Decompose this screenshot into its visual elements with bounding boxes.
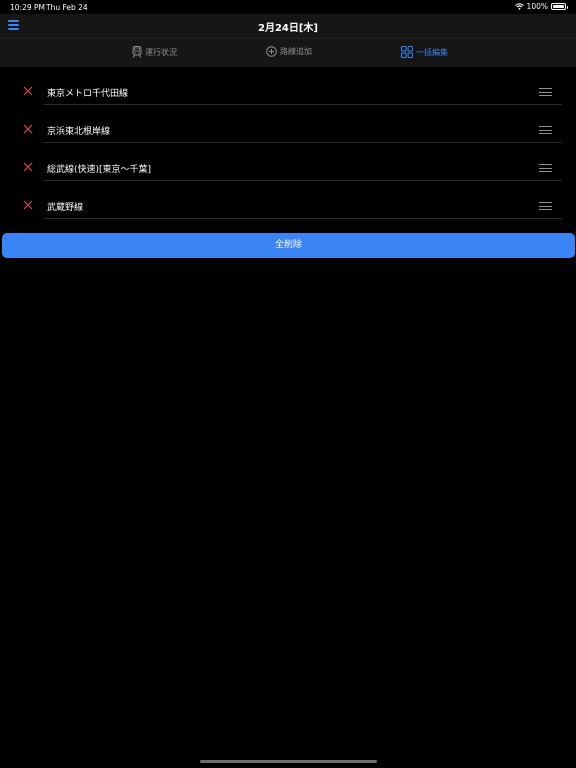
- delete-x-icon[interactable]: [23, 200, 33, 210]
- list-item: 東京メトロ千代田線: [0, 74, 576, 112]
- status-time: 10:29 PM: [10, 3, 45, 12]
- delete-x-icon[interactable]: [23, 124, 33, 134]
- home-indicator[interactable]: [200, 760, 377, 763]
- delete-x-icon[interactable]: [23, 86, 33, 96]
- drag-handle-icon[interactable]: [539, 126, 552, 134]
- drag-handle-icon[interactable]: [539, 202, 552, 210]
- line-list: 東京メトロ千代田線 京浜東北根岸線 総武線(快速)[東京～千葉] 武蔵野線: [0, 74, 576, 226]
- plus-circle-icon: [266, 46, 277, 57]
- row-divider: [43, 218, 562, 219]
- list-item: 武蔵野線: [0, 188, 576, 226]
- navigation-bar: 2月24日[木]: [0, 14, 576, 38]
- tab-bar: 運行状況 路線追加 一括編集: [0, 38, 576, 67]
- status-bar: 10:29 PM Thu Feb 24 100%: [0, 0, 576, 14]
- status-indicators: 100%: [514, 2, 568, 11]
- tab-add-line-label: 路線追加: [280, 47, 312, 56]
- delete-x-icon[interactable]: [23, 162, 33, 172]
- app-screen: 10:29 PM Thu Feb 24 100% 2月24日[木] 運行状況 路…: [0, 0, 576, 768]
- row-divider: [43, 180, 562, 181]
- row-divider: [43, 142, 562, 143]
- status-date: Thu Feb 24: [46, 3, 88, 12]
- grid-icon: [401, 46, 413, 58]
- tab-bulk-edit[interactable]: 一括編集: [401, 46, 448, 58]
- battery-icon: [551, 3, 568, 10]
- line-name: 東京メトロ千代田線: [47, 89, 129, 99]
- list-item: 京浜東北根岸線: [0, 112, 576, 150]
- line-name: 武蔵野線: [47, 203, 84, 213]
- wifi-icon: [514, 3, 524, 10]
- page-title: 2月24日[木]: [257, 23, 318, 34]
- tab-add-line[interactable]: 路線追加: [266, 46, 312, 57]
- train-icon: [132, 46, 142, 58]
- list-item: 総武線(快速)[東京～千葉]: [0, 150, 576, 188]
- tab-service-status[interactable]: 運行状況: [132, 46, 177, 58]
- tab-service-status-label: 運行状況: [145, 47, 177, 57]
- delete-all-button[interactable]: 全削除: [2, 233, 575, 258]
- drag-handle-icon[interactable]: [539, 88, 552, 96]
- drag-handle-icon[interactable]: [539, 164, 552, 172]
- row-divider: [43, 104, 562, 105]
- tab-bulk-edit-label: 一括編集: [416, 47, 448, 57]
- battery-percent: 100%: [526, 2, 548, 11]
- line-name: 京浜東北根岸線: [47, 127, 111, 137]
- line-name: 総武線(快速)[東京～千葉]: [47, 165, 152, 175]
